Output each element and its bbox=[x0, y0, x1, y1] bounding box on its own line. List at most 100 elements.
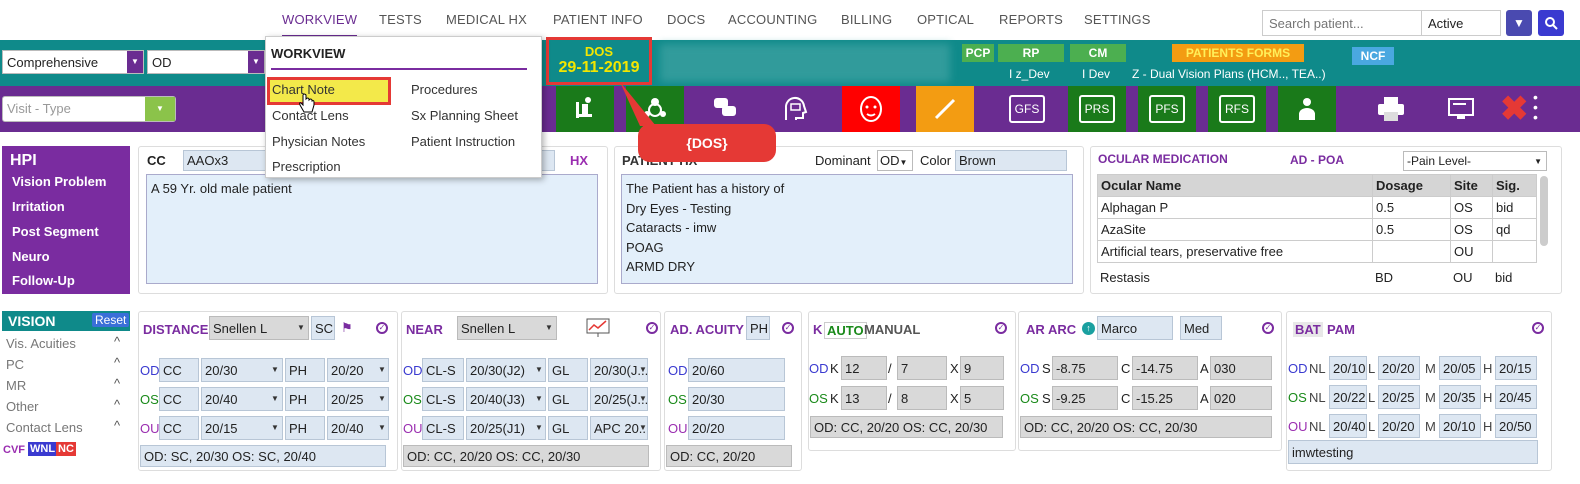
k-summary[interactable]: OD: CC, 20/20 OS: CC, 20/30 bbox=[810, 416, 1003, 438]
check-circle-icon[interactable]: ✓ bbox=[646, 322, 658, 334]
rp-pill[interactable]: RP bbox=[998, 44, 1064, 62]
distance-correction-input[interactable]: CC bbox=[159, 416, 199, 440]
table-row[interactable]: Artificial tears, preservative free OU bbox=[1097, 240, 1537, 263]
nl-input[interactable]: 20/40 bbox=[1329, 414, 1367, 438]
dos-box[interactable]: DOS 29-11-2019 bbox=[546, 37, 652, 85]
patient-search-input[interactable] bbox=[1262, 10, 1422, 36]
near-gl-input[interactable]: GL bbox=[548, 416, 588, 440]
toolbar-surgery-button[interactable] bbox=[916, 86, 974, 132]
near-correction-input[interactable]: CL-S bbox=[422, 416, 464, 440]
hpi-item-neuro[interactable]: Neuro bbox=[12, 249, 50, 264]
nl-input[interactable]: 20/10 bbox=[1329, 356, 1367, 380]
nav-optical[interactable]: OPTICAL bbox=[917, 12, 974, 27]
chevron-up-icon[interactable]: ^ bbox=[114, 355, 120, 370]
h-input[interactable]: 20/15 bbox=[1495, 356, 1537, 380]
ncf-pill[interactable]: NCF bbox=[1352, 47, 1394, 65]
visit-type-select[interactable]: Visit - Type ▼ bbox=[2, 96, 176, 122]
close-icon[interactable]: ✖ bbox=[1500, 90, 1529, 128]
vision-nav-other[interactable]: Other bbox=[6, 399, 39, 414]
toolbar-print-button[interactable] bbox=[1362, 86, 1420, 132]
menu-item-prescription[interactable]: Prescription bbox=[272, 159, 341, 174]
toolbar-rfs-button[interactable]: RFS bbox=[1208, 86, 1266, 132]
nav-docs[interactable]: DOCS bbox=[667, 12, 705, 27]
cc-textarea[interactable]: A 59 Yr. old male patient bbox=[146, 174, 598, 284]
ad-acuity-summary[interactable]: OD: CC, 20/20 bbox=[666, 445, 792, 467]
h-input[interactable]: 20/45 bbox=[1495, 385, 1537, 409]
nav-workview[interactable]: WORKVIEW bbox=[282, 12, 358, 37]
m-input[interactable]: 20/35 bbox=[1439, 385, 1481, 409]
menu-item-physician-notes[interactable]: Physician Notes bbox=[272, 134, 365, 149]
ad-poa-link[interactable]: AD - POA bbox=[1290, 153, 1344, 167]
sphere-input[interactable]: -9.25 bbox=[1052, 386, 1118, 410]
nav-reports[interactable]: REPORTS bbox=[999, 12, 1063, 27]
chart-icon[interactable] bbox=[586, 318, 610, 338]
check-circle-icon[interactable]: ✓ bbox=[995, 322, 1007, 334]
k2-input[interactable]: 8 bbox=[897, 386, 947, 410]
near-correction-input[interactable]: CL-S bbox=[422, 358, 464, 382]
pain-level-select[interactable]: -Pain Level- ▼ bbox=[1403, 151, 1547, 171]
vision-nav-pc[interactable]: PC bbox=[6, 357, 24, 372]
check-circle-icon[interactable]: ✓ bbox=[376, 322, 388, 334]
reset-button[interactable]: Reset bbox=[92, 313, 130, 327]
arrow-up-icon[interactable]: ↑ bbox=[1082, 322, 1095, 335]
hpi-item-vision-problem[interactable]: Vision Problem bbox=[12, 174, 106, 189]
check-circle-icon[interactable]: ✓ bbox=[1532, 322, 1544, 334]
m-input[interactable]: 20/10 bbox=[1439, 414, 1481, 438]
near-gl-input[interactable]: GL bbox=[548, 387, 588, 411]
auto-tab[interactable]: AUTO bbox=[824, 322, 867, 339]
table-row-partial[interactable]: Restasis BD OU bid bbox=[1097, 270, 1537, 286]
check-circle-icon[interactable]: ✓ bbox=[782, 322, 794, 334]
k1-input[interactable]: 12 bbox=[841, 356, 887, 380]
med-scrollbar[interactable] bbox=[1540, 176, 1548, 246]
chevron-up-icon[interactable]: ^ bbox=[114, 397, 120, 412]
toolbar-gfs-button[interactable]: GFS bbox=[998, 86, 1056, 132]
nav-tests[interactable]: TESTS bbox=[379, 12, 422, 27]
ad-acuity-od-input[interactable]: 20/60 bbox=[688, 358, 785, 382]
distance-ph-input[interactable]: PH bbox=[285, 358, 325, 382]
cyl-input[interactable]: -15.25 bbox=[1132, 386, 1198, 410]
toolbar-monitor-button[interactable] bbox=[1432, 86, 1490, 132]
ar-axis-input[interactable]: 030 bbox=[1210, 356, 1272, 380]
hpi-item-post-segment[interactable]: Post Segment bbox=[12, 224, 99, 239]
l-input[interactable]: 20/25 bbox=[1378, 385, 1420, 409]
nav-patient-info[interactable]: PATIENT INFO bbox=[553, 12, 643, 27]
h-input[interactable]: 20/50 bbox=[1495, 414, 1537, 438]
nav-settings[interactable]: SETTINGS bbox=[1084, 12, 1151, 27]
table-row[interactable]: AzaSite 0.5 OS qd bbox=[1097, 218, 1537, 241]
table-row[interactable]: Alphagan P 0.5 OS bid bbox=[1097, 196, 1537, 219]
ar-axis-input[interactable]: 020 bbox=[1210, 386, 1272, 410]
eye-select[interactable]: OD ▼ bbox=[147, 50, 265, 74]
ar-provider-input[interactable]: Marco bbox=[1097, 316, 1173, 340]
toolbar-education-button[interactable] bbox=[766, 86, 824, 132]
hpi-item-irritation[interactable]: Irritation bbox=[12, 199, 65, 214]
ad-acuity-os-input[interactable]: 20/30 bbox=[688, 387, 785, 411]
hpi-item-follow-up[interactable]: Follow-Up bbox=[12, 273, 75, 288]
bat-comment-input[interactable]: imwtesting bbox=[1288, 440, 1538, 464]
ar-med-input[interactable]: Med bbox=[1180, 316, 1222, 340]
ar-summary[interactable]: OD: CC, 20/20 OS: CC, 20/30 bbox=[1020, 416, 1272, 438]
patient-status-select[interactable]: Active bbox=[1421, 10, 1501, 36]
menu-item-sx-planning-sheet[interactable]: Sx Planning Sheet bbox=[411, 108, 518, 123]
vision-nav-mr[interactable]: MR bbox=[6, 378, 26, 393]
axis-input[interactable]: 9 bbox=[960, 356, 1004, 380]
distance-summary[interactable]: OD: SC, 20/30 OS: SC, 20/40 bbox=[140, 445, 386, 467]
distance-ph-input[interactable]: PH bbox=[285, 416, 325, 440]
wnl-button[interactable]: WNL bbox=[28, 442, 58, 456]
ph-input[interactable]: PH bbox=[746, 316, 770, 340]
vision-nav-vis-acuities[interactable]: Vis. Acuities bbox=[6, 336, 76, 351]
menu-item-patient-instruction[interactable]: Patient Instruction bbox=[411, 134, 515, 149]
toolbar-pfs-button[interactable]: PFS bbox=[1138, 86, 1196, 132]
nav-medical-hx[interactable]: MEDICAL HX bbox=[446, 12, 527, 27]
patients-forms-pill[interactable]: PATIENTS FORMS bbox=[1172, 44, 1304, 62]
sphere-input[interactable]: -8.75 bbox=[1052, 356, 1118, 380]
search-button[interactable] bbox=[1538, 10, 1564, 36]
ar-title[interactable]: AR bbox=[1026, 322, 1045, 337]
sc-input[interactable]: SC bbox=[311, 316, 335, 340]
chevron-up-icon[interactable]: ^ bbox=[114, 418, 120, 433]
l-input[interactable]: 20/20 bbox=[1378, 414, 1420, 438]
cm-pill[interactable]: CM bbox=[1070, 44, 1126, 62]
nc-button[interactable]: NC bbox=[56, 442, 76, 456]
nav-billing[interactable]: BILLING bbox=[841, 12, 892, 27]
patient-hx-textarea[interactable]: The Patient has a history of Dry Eyes - … bbox=[621, 174, 1073, 284]
status-dropdown-button[interactable]: ▼ bbox=[1506, 10, 1532, 36]
